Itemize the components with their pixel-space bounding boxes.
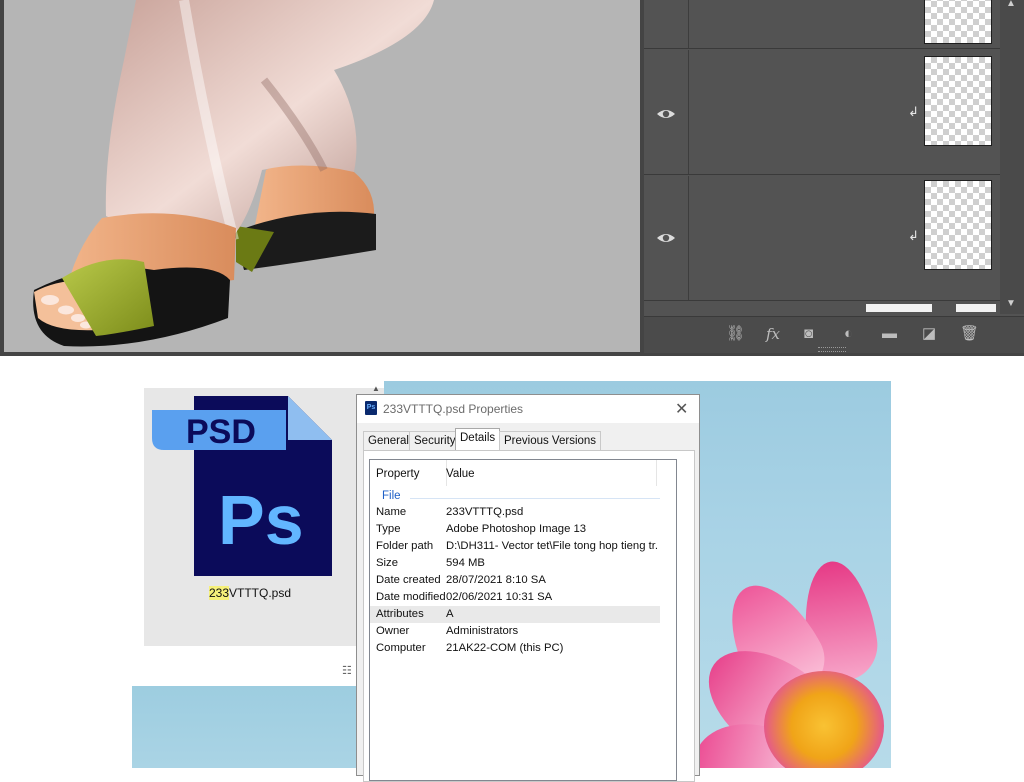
tab-previous-versions[interactable]: Previous Versions — [499, 431, 602, 450]
property-list[interactable]: Property Value File Name 233VTTTQ.psd Typ… — [369, 459, 677, 781]
photoshop-canvas[interactable] — [4, 0, 640, 352]
property-key: Size — [376, 557, 398, 569]
explorer-status-area: ☷ — [144, 646, 354, 686]
group-header-file: File — [382, 490, 401, 502]
property-value: 02/06/2021 10:31 SA — [446, 591, 553, 603]
property-key: Name — [376, 506, 407, 518]
explorer-file-area: PSD Ps — [144, 388, 384, 646]
property-key: Owner — [376, 625, 410, 637]
file-name-label[interactable]: 233VTTTQ.psd — [190, 586, 310, 600]
scroll-down-icon[interactable]: ▼ — [1006, 298, 1016, 309]
layer-divider — [688, 50, 689, 174]
properties-dialog: Ps 233VTTTQ.psd Properties ✕ General Sec… — [356, 394, 700, 782]
property-key: Date modified — [376, 591, 446, 603]
column-divider[interactable] — [656, 460, 657, 486]
property-row[interactable]: Computer 21AK22-COM (this PC) — [370, 640, 660, 657]
view-toggle-icon[interactable]: ☷ — [342, 664, 352, 677]
eye-icon[interactable] — [656, 228, 676, 248]
layers-scrollbar[interactable]: ▲ ▼ — [1000, 0, 1024, 314]
layer-divider — [688, 176, 689, 300]
property-key: Computer — [376, 642, 426, 654]
layer-thumbnail-partial — [866, 304, 932, 312]
scroll-up-icon[interactable]: ▲ — [1006, 0, 1016, 9]
fx-icon[interactable]: fx — [766, 325, 780, 343]
property-value: D:\DH311- Vector tet\File tong hop tieng… — [446, 540, 658, 552]
property-key: Type — [376, 523, 401, 535]
lotus-flower — [683, 521, 891, 768]
resize-grip[interactable] — [818, 347, 846, 352]
group-divider — [410, 498, 660, 499]
link-icon[interactable]: ⛓ — [726, 325, 745, 343]
column-header-value[interactable]: Value — [446, 468, 475, 480]
clipping-mask-icon: ↲ — [908, 104, 919, 119]
new-layer-icon[interactable]: ◪ — [922, 325, 936, 343]
sandal-feet-illustration — [33, 0, 435, 347]
column-header-property[interactable]: Property — [376, 468, 419, 480]
layer-row[interactable]: ↲ — [644, 50, 1000, 175]
property-value: 21AK22-COM (this PC) — [446, 642, 564, 654]
property-row[interactable]: Date modified 02/06/2021 10:31 SA — [370, 589, 660, 606]
clipping-mask-icon: ↲ — [908, 228, 919, 243]
property-row[interactable]: Owner Administrators — [370, 623, 660, 640]
property-value: 233VTTTQ.psd — [446, 506, 524, 518]
property-row-selected[interactable]: Attributes A — [370, 606, 660, 623]
ps-logo-text: Ps — [218, 481, 304, 559]
layer-thumbnail — [924, 56, 992, 146]
property-value: A — [446, 608, 454, 620]
property-value: 28/07/2021 8:10 SA — [446, 574, 546, 586]
tab-details[interactable]: Details — [455, 428, 501, 451]
layer-row[interactable]: ↲ — [644, 176, 1000, 301]
property-key: Folder path — [376, 540, 434, 552]
layer-thumbnail — [924, 0, 992, 44]
property-key: Attributes — [376, 608, 424, 620]
file-name-highlight: 233 — [208, 586, 229, 600]
psd-banner-text: PSD — [186, 413, 256, 451]
close-icon[interactable]: ✕ — [675, 399, 688, 419]
eye-icon[interactable] — [656, 104, 676, 124]
property-row[interactable]: Date created 28/07/2021 8:10 SA — [370, 572, 660, 589]
dialog-title-bar[interactable]: Ps 233VTTTQ.psd Properties ✕ — [357, 395, 699, 423]
property-row[interactable]: Name 233VTTTQ.psd — [370, 504, 660, 521]
scroll-up-icon[interactable]: ▲ — [372, 384, 382, 394]
property-row[interactable]: Size 594 MB — [370, 555, 660, 572]
trash-icon[interactable]: 🗑 — [960, 325, 979, 343]
property-value: Adobe Photoshop Image 13 — [446, 523, 587, 535]
adjustment-icon[interactable]: ◐ — [844, 325, 853, 343]
psd-small-icon: Ps — [365, 401, 377, 415]
dialog-title: 233VTTTQ.psd Properties — [383, 402, 524, 416]
layer-row[interactable] — [644, 0, 1000, 49]
layers-bottom-toolbar: ⛓ fx ◙ ◐ ▬ ◪ 🗑 — [644, 316, 1024, 353]
property-row[interactable]: Type Adobe Photoshop Image 13 — [370, 521, 660, 538]
file-name-rest: VTTTQ.psd — [229, 586, 292, 600]
psd-file-icon[interactable]: PSD Ps — [150, 396, 334, 582]
tab-general[interactable]: General — [363, 431, 414, 450]
layer-thumbnail-partial — [956, 304, 996, 312]
mask-icon[interactable]: ◙ — [804, 325, 813, 343]
property-value: 594 MB — [446, 557, 485, 569]
desktop-wallpaper-left — [132, 686, 357, 768]
layers-panel: ↲ ↲ — [644, 0, 1024, 352]
folder-icon[interactable]: ▬ — [882, 325, 897, 343]
tab-security[interactable]: Security — [409, 431, 461, 450]
layer-divider — [688, 0, 689, 48]
property-key: Date created — [376, 574, 441, 586]
property-row[interactable]: Folder path D:\DH311- Vector tet\File ton… — [370, 538, 660, 555]
layer-thumbnail — [924, 180, 992, 270]
property-value: Administrators — [446, 625, 519, 637]
